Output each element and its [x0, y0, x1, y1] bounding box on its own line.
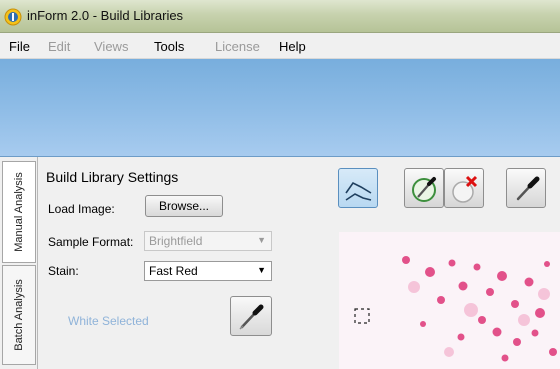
tab-batch-analysis-label: Batch Analysis: [13, 279, 25, 351]
load-image-label: Load Image:: [48, 202, 115, 216]
eyedropper-icon: [239, 304, 264, 330]
select-spectrum-icon: [412, 177, 436, 202]
tab-manual-analysis[interactable]: Manual Analysis: [2, 161, 36, 263]
spectrum-graph-button[interactable]: [338, 168, 378, 208]
tab-manual-analysis-label: Manual Analysis: [13, 172, 25, 252]
image-workspace: [288, 157, 560, 369]
browse-button[interactable]: Browse...: [145, 195, 223, 217]
build-library-panel: Build Library Settings Load Image: Brows…: [38, 157, 288, 369]
menu-bar: File Edit Views Tools License Help: [0, 33, 560, 59]
sample-format-label: Sample Format:: [48, 235, 134, 249]
side-tab-strip: Manual Analysis Batch Analysis: [0, 157, 38, 369]
delete-spectrum-button[interactable]: [444, 168, 484, 208]
stain-value: Fast Red: [149, 264, 198, 278]
sample-format-select[interactable]: Brightfield ▼: [144, 231, 272, 251]
stain-label: Stain:: [48, 264, 79, 278]
stained-tissue-image: [339, 232, 560, 369]
tissue-image-view[interactable]: [339, 232, 560, 369]
panel-title: Build Library Settings: [46, 169, 179, 185]
menu-edit[interactable]: Edit: [48, 39, 70, 54]
window-title: inForm 2.0 - Build Libraries: [27, 8, 184, 23]
white-selected-label: White Selected: [68, 314, 149, 328]
menu-license[interactable]: License: [215, 39, 260, 54]
delete-spectrum-icon: [452, 175, 478, 203]
tab-batch-analysis[interactable]: Batch Analysis: [2, 265, 36, 365]
menu-file[interactable]: File: [9, 39, 30, 54]
select-spectrum-button[interactable]: [404, 168, 444, 208]
title-bar: inForm 2.0 - Build Libraries: [0, 0, 560, 33]
chevron-down-icon: ▼: [257, 235, 266, 245]
eyedropper-button[interactable]: [506, 168, 546, 208]
spectrum-graph-icon: [345, 181, 372, 201]
stain-select[interactable]: Fast Red ▼: [144, 261, 272, 281]
eyedropper-icon: [516, 176, 540, 201]
sample-format-value: Brightfield: [149, 234, 203, 248]
ribbon-band: [0, 59, 560, 157]
menu-views[interactable]: Views: [94, 39, 128, 54]
chevron-down-icon: ▼: [257, 265, 266, 275]
app-logo-icon: [4, 8, 22, 26]
white-eyedropper-button[interactable]: [230, 296, 272, 336]
menu-tools[interactable]: Tools: [154, 39, 184, 54]
menu-help[interactable]: Help: [279, 39, 306, 54]
